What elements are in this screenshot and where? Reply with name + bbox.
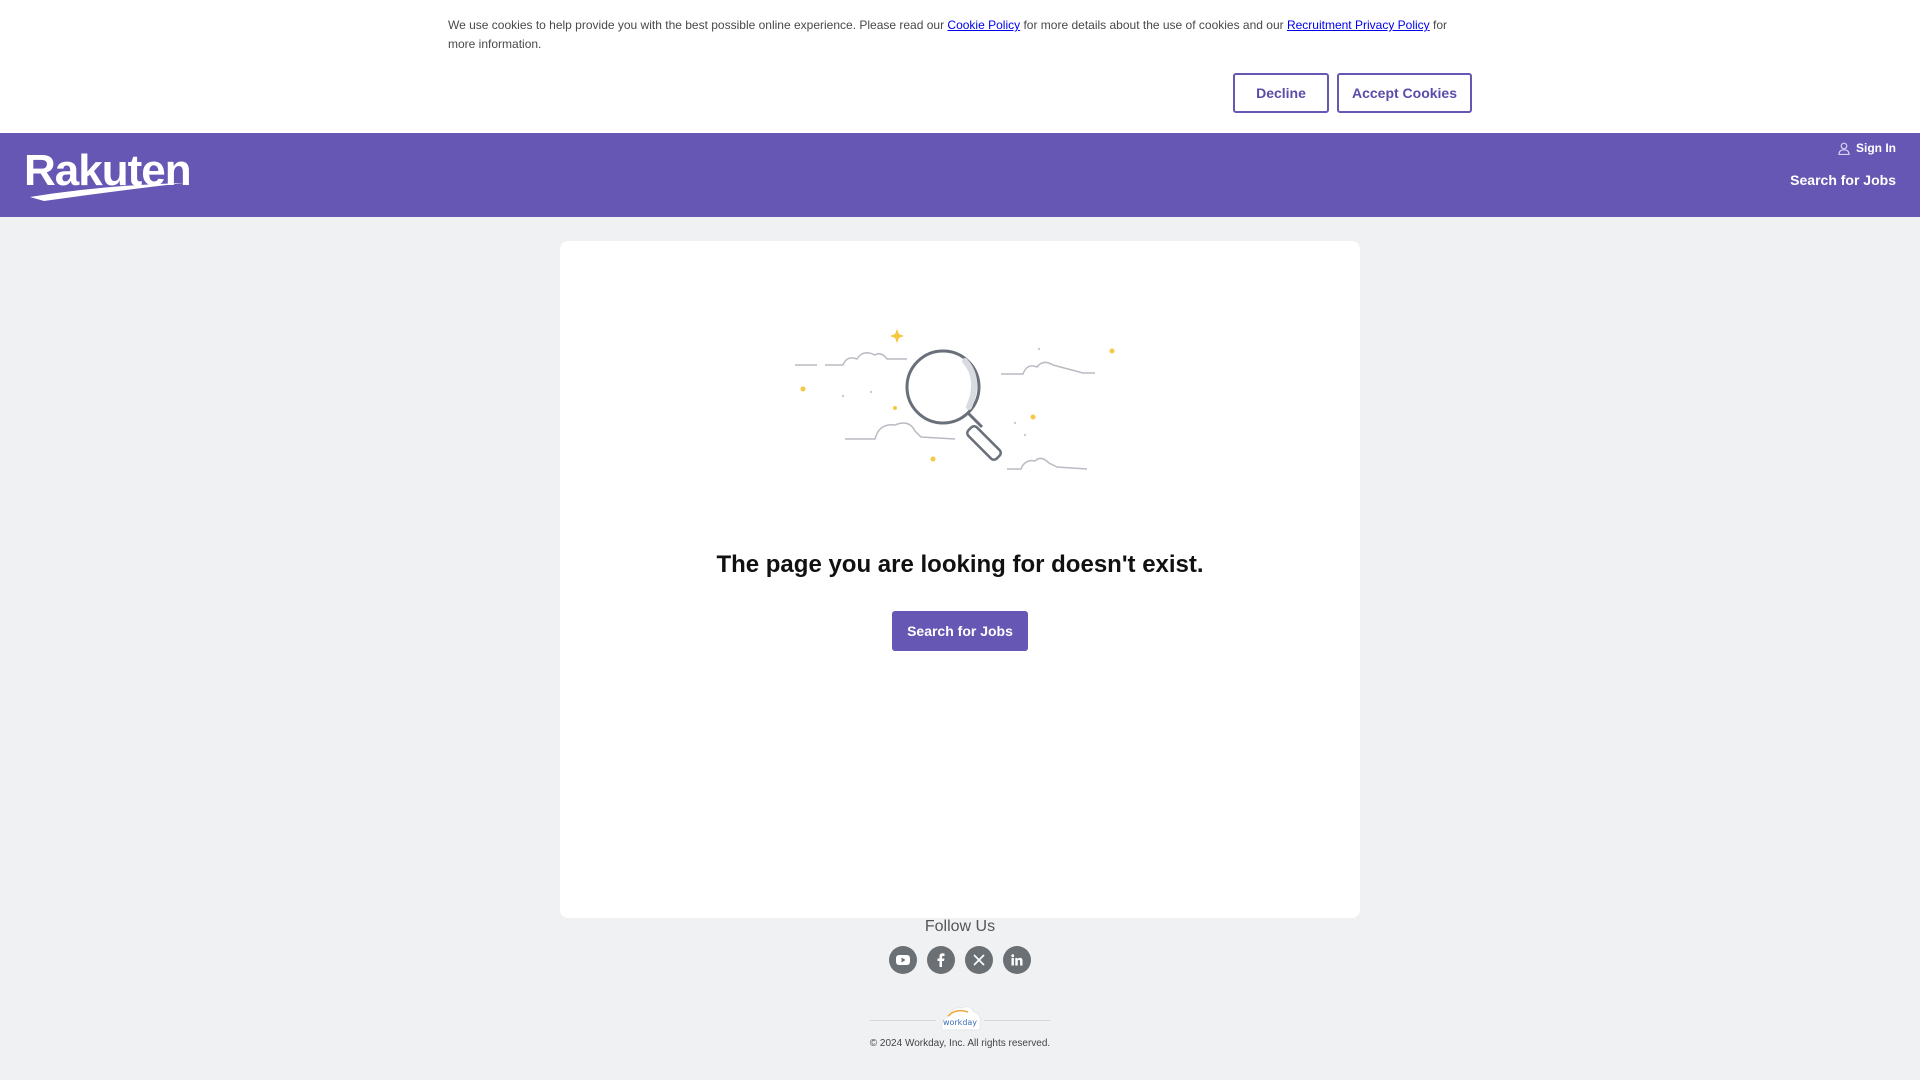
workday-badge: workday <box>938 1004 982 1032</box>
copyright-text: © 2024 Workday, Inc. All rights reserved… <box>869 1038 1051 1049</box>
privacy-policy-link[interactable]: Recruitment Privacy Policy <box>1287 18 1430 32</box>
youtube-icon[interactable] <box>889 946 917 974</box>
magnifying-glass-icon <box>795 329 1115 470</box>
sign-in-label: Sign In <box>1856 141 1896 155</box>
logo-swoosh-icon <box>30 183 184 201</box>
workday-logo: workday <box>870 1002 1050 1032</box>
divider <box>984 1020 1050 1021</box>
error-message: The page you are looking for doesn't exi… <box>716 551 1204 578</box>
accept-cookies-button[interactable]: Accept Cookies <box>1337 73 1472 113</box>
search-jobs-button[interactable]: Search for Jobs <box>892 611 1028 651</box>
cookie-text-start: We use cookies to help provide you with … <box>448 18 948 32</box>
cookie-policy-link[interactable]: Cookie Policy <box>947 18 1020 32</box>
cookie-message: We use cookies to help provide you with … <box>448 16 1458 54</box>
cookie-text-middle: for more details about the use of cookie… <box>1020 18 1287 32</box>
social-links <box>889 946 1031 974</box>
sign-in-link[interactable]: Sign In <box>1838 141 1896 155</box>
cookie-banner: We use cookies to help provide you with … <box>0 0 1920 133</box>
error-card: The page you are looking for doesn't exi… <box>560 241 1360 918</box>
x-icon[interactable] <box>965 946 993 974</box>
site-header: Rakuten <box>0 133 1920 217</box>
follow-us-label: Follow Us <box>924 918 996 935</box>
user-icon <box>1838 142 1850 155</box>
facebook-icon[interactable] <box>927 946 955 974</box>
workday-logo-text: workday <box>942 1018 978 1027</box>
decline-cookies-button[interactable]: Decline <box>1233 73 1329 113</box>
linkedin-icon[interactable] <box>1003 946 1031 974</box>
divider <box>870 1020 936 1021</box>
header-search-jobs-link[interactable]: Search for Jobs <box>1790 172 1896 188</box>
rakuten-logo[interactable]: Rakuten <box>24 149 194 201</box>
